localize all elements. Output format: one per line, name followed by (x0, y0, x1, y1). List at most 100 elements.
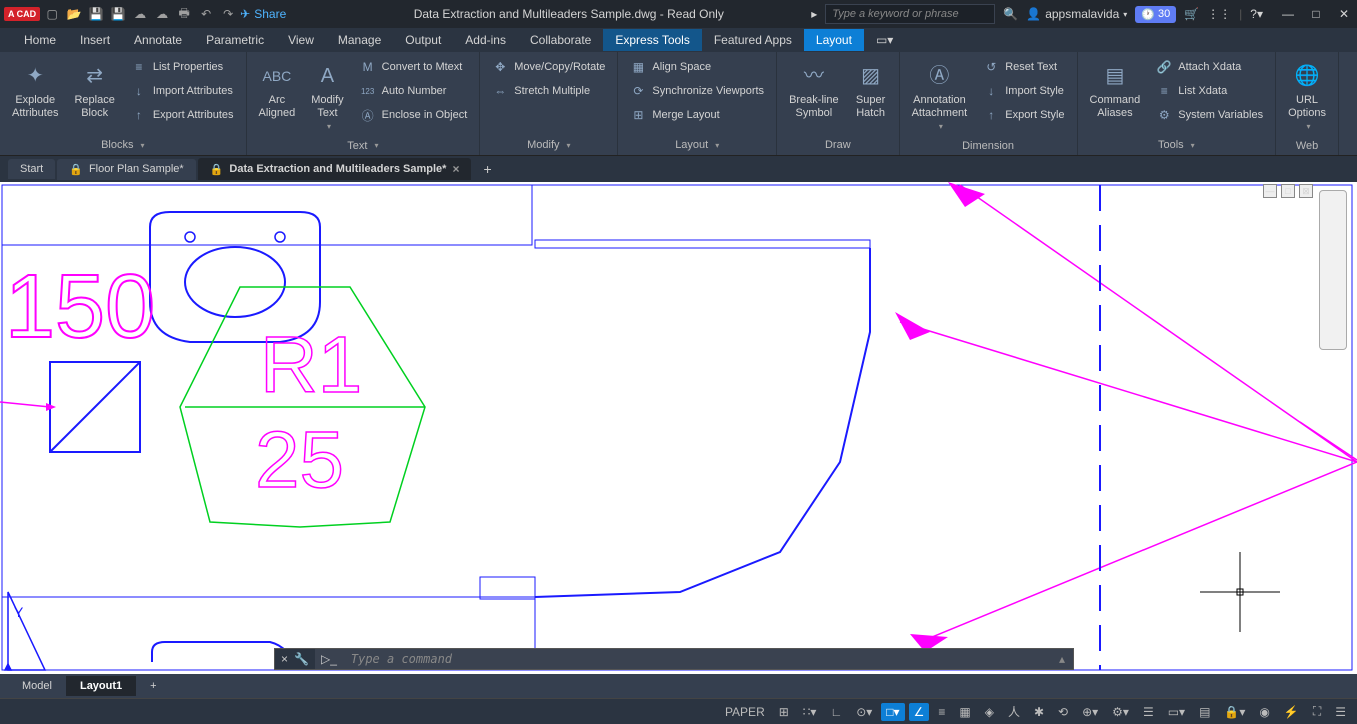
vp-close-icon[interactable]: ⊠ (1299, 184, 1313, 198)
auto-number-button[interactable]: 123Auto Number (354, 80, 474, 102)
attach-xdata-button[interactable]: 🔗Attach Xdata (1150, 56, 1269, 78)
merge-layout-button[interactable]: ⊞Merge Layout (624, 104, 770, 126)
menu-layout[interactable]: Layout (804, 29, 864, 51)
status-annoauto-icon[interactable]: ⟲ (1053, 703, 1073, 721)
command-aliases-button[interactable]: ▤Command Aliases (1084, 56, 1147, 124)
super-hatch-button[interactable]: ▨Super Hatch (849, 56, 893, 124)
status-customize-icon[interactable]: ☰ (1330, 703, 1351, 721)
search-icon[interactable]: 🔍 (1003, 7, 1018, 21)
share-button[interactable]: ✈ Share (240, 7, 286, 21)
breakline-button[interactable]: 〰Break-line Symbol (783, 56, 845, 124)
modify-text-button[interactable]: AModify Text (305, 56, 349, 136)
menu-express-tools[interactable]: Express Tools (603, 29, 701, 51)
menu-manage[interactable]: Manage (326, 29, 393, 51)
tab-model[interactable]: Model (8, 676, 66, 696)
cmd-customize-icon[interactable]: 🔧 (294, 652, 309, 666)
arc-aligned-button[interactable]: ABCArc Aligned (253, 56, 302, 124)
add-layout-button[interactable]: + (136, 676, 170, 696)
maximize-button[interactable]: □ (1307, 5, 1325, 23)
status-units-icon[interactable]: ▭▾ (1163, 703, 1190, 721)
status-paper[interactable]: PAPER (720, 703, 770, 721)
menu-insert[interactable]: Insert (68, 29, 122, 51)
status-cycling-icon[interactable]: ◈ (980, 703, 999, 721)
help-icon[interactable]: ?▾ (1250, 7, 1263, 21)
undo-icon[interactable]: ↶ (198, 6, 214, 22)
user-menu[interactable]: 👤appsmalavida▾ (1026, 7, 1127, 21)
export-style-button[interactable]: ↑Export Style (977, 104, 1070, 126)
explode-attributes-button[interactable]: ✦Explode Attributes (6, 56, 64, 124)
status-cleanscreen-icon[interactable]: ⛶ (1308, 702, 1326, 721)
saveas-icon[interactable]: 💾 (110, 6, 126, 22)
panel-modify-title[interactable]: Modify (484, 137, 613, 153)
close-button[interactable]: ✕ (1335, 5, 1353, 23)
list-properties-button[interactable]: ≡List Properties (125, 56, 240, 78)
replace-block-button[interactable]: ⇄Replace Block (68, 56, 120, 124)
open-icon[interactable]: 📂 (66, 6, 82, 22)
tab-start[interactable]: Start (8, 159, 55, 179)
enclose-object-button[interactable]: ⒶEnclose in Object (354, 104, 474, 126)
status-quickprops-icon[interactable]: ▤ (1194, 703, 1215, 721)
app-switcher-icon[interactable]: ⋮⋮ (1207, 7, 1231, 21)
export-attributes-button[interactable]: ↑Export Attributes (125, 104, 240, 126)
status-workspace-icon[interactable]: ⚙▾ (1107, 703, 1134, 721)
status-osnap-icon[interactable]: □▾ (881, 703, 904, 721)
status-isolate-icon[interactable]: ◉ (1254, 703, 1274, 721)
vp-minimize-icon[interactable]: — (1263, 184, 1277, 198)
status-monitor-icon[interactable]: ☰ (1138, 703, 1159, 721)
tab-data-extraction[interactable]: 🔒Data Extraction and Multileaders Sample… (198, 158, 472, 180)
menu-home[interactable]: Home (12, 29, 68, 51)
redo-icon[interactable]: ↷ (220, 6, 236, 22)
stretch-multiple-button[interactable]: ⇔Stretch Multiple (486, 80, 611, 102)
web-open-icon[interactable]: ☁ (132, 6, 148, 22)
menu-addins[interactable]: Add-ins (453, 29, 518, 51)
status-scale-icon[interactable]: ⊕▾ (1077, 703, 1103, 721)
save-icon[interactable]: 💾 (88, 6, 104, 22)
search-trigger-icon[interactable]: ▸ (811, 7, 817, 21)
status-annovis-icon[interactable]: ✱ (1029, 703, 1049, 721)
menu-output[interactable]: Output (393, 29, 453, 51)
new-icon[interactable]: ▢ (44, 6, 60, 22)
panel-text-title[interactable]: Text (251, 138, 476, 154)
search-input[interactable]: Type a keyword or phrase (825, 4, 995, 24)
import-attributes-button[interactable]: ↓Import Attributes (125, 80, 240, 102)
status-annoscale-icon[interactable]: 人 (1003, 701, 1025, 722)
status-ortho-icon[interactable]: ∟ (825, 703, 847, 721)
import-style-button[interactable]: ↓Import Style (977, 80, 1070, 102)
panel-blocks-title[interactable]: Blocks (4, 137, 242, 153)
status-lineweight-icon[interactable]: ≡ (933, 703, 950, 721)
tab-layout1[interactable]: Layout1 (66, 676, 136, 696)
minimize-button[interactable]: — (1279, 5, 1297, 23)
menu-parametric[interactable]: Parametric (194, 29, 276, 51)
command-line[interactable]: × 🔧 ▷_ Type a command ▴ (274, 648, 1074, 670)
status-lock-icon[interactable]: 🔒▾ (1219, 703, 1250, 721)
panel-layout-title[interactable]: Layout (622, 137, 772, 153)
sync-viewports-button[interactable]: ⟳Synchronize Viewports (624, 80, 770, 102)
status-transparency-icon[interactable]: ▦ (954, 703, 975, 721)
tab-floor-plan[interactable]: 🔒Floor Plan Sample* (57, 159, 195, 180)
cart-icon[interactable]: 🛒 (1184, 7, 1199, 21)
move-copy-rotate-button[interactable]: ✥Move/Copy/Rotate (486, 56, 611, 78)
status-snap-icon[interactable]: ∷▾ (798, 703, 822, 721)
status-polar-icon[interactable]: ⊙▾ (851, 703, 877, 721)
trial-badge[interactable]: 🕐 30 (1135, 6, 1176, 23)
new-tab-button[interactable]: + (473, 157, 501, 181)
menu-overflow[interactable]: ▭▾ (864, 29, 905, 51)
align-space-button[interactable]: ▦Align Space (624, 56, 770, 78)
drawing-canvas[interactable]: 150 R1 25 Y — □ ⊠ × 🔧 (0, 182, 1357, 674)
status-otrack-icon[interactable]: ∠ (909, 703, 930, 721)
navigation-bar[interactable] (1319, 190, 1347, 350)
menu-annotate[interactable]: Annotate (122, 29, 194, 51)
status-hardware-icon[interactable]: ⚡ (1279, 703, 1304, 721)
menu-collaborate[interactable]: Collaborate (518, 29, 603, 51)
reset-text-button[interactable]: ↺Reset Text (977, 56, 1070, 78)
annotation-attachment-button[interactable]: ⒶAnnotation Attachment (906, 56, 974, 136)
system-variables-button[interactable]: ⚙System Variables (1150, 104, 1269, 126)
list-xdata-button[interactable]: ≡List Xdata (1150, 80, 1269, 102)
convert-mtext-button[interactable]: MConvert to Mtext (354, 56, 474, 78)
web-save-icon[interactable]: ☁ (154, 6, 170, 22)
url-options-button[interactable]: 🌐URL Options (1282, 56, 1332, 136)
vp-maximize-icon[interactable]: □ (1281, 184, 1295, 198)
panel-tools-title[interactable]: Tools (1082, 137, 1272, 153)
cmd-close-icon[interactable]: × (281, 652, 288, 666)
menu-featured-apps[interactable]: Featured Apps (702, 29, 804, 51)
